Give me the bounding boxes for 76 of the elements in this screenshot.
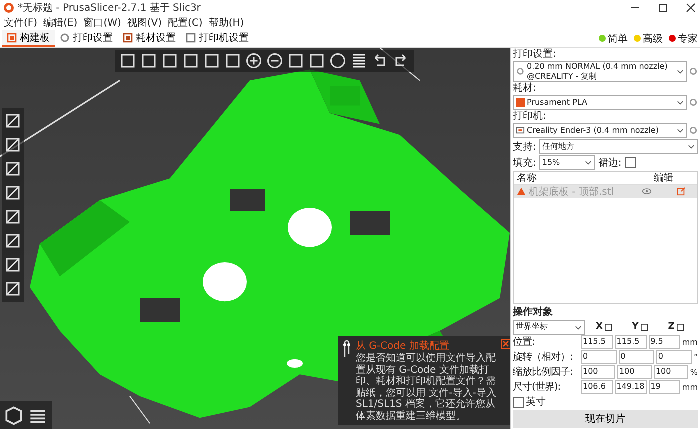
axis-label: X <box>596 322 603 332</box>
number-field[interactable]: 0 <box>618 350 654 364</box>
number-field[interactable]: 149.18 <box>614 380 647 394</box>
preset-dropdown[interactable]: Creality Ender-3 (0.4 mm nozzle) <box>513 123 687 138</box>
number-field[interactable]: 0 <box>581 350 617 364</box>
preset-dropdown[interactable]: Prusament PLA <box>513 95 687 110</box>
3d-viewport[interactable]: 从 G-Code 加载配置 您是否知道可以使用文件导入配置从现有 G-Code 文件加载打印、耗材和打印机配置文件？需贴纸，您可以用 文件-导入-导入 SL1/SL1S 档案，它还允许您从体素数据重建三维模型。 <box>0 48 510 429</box>
brim-checkbox[interactable] <box>624 157 636 168</box>
number-field[interactable]: 100 <box>581 365 616 379</box>
unit-label: mm <box>682 382 698 392</box>
number-field[interactable]: 19 <box>648 380 680 394</box>
layers-icon[interactable] <box>350 52 368 70</box>
column-header: 名称 <box>517 172 538 186</box>
minus-icon[interactable] <box>266 52 284 70</box>
unit-label: mm <box>682 338 698 346</box>
number-field[interactable]: 100 <box>617 365 652 379</box>
support-label: 支持: <box>513 140 536 154</box>
mode-label[interactable]: 简单 <box>608 32 628 46</box>
field-label: 旋转（相对）: <box>513 350 574 364</box>
preset-dropdown[interactable]: 0.20 mm NORMAL (0.4 mm nozzle) @CREALITY - 复制 <box>513 61 687 82</box>
menu-item[interactable]: 帮助(H) <box>208 16 244 30</box>
caret-icon <box>677 68 684 76</box>
number-field[interactable]: 9.5 <box>648 335 680 349</box>
inches-checkbox[interactable] <box>513 396 524 408</box>
edit-icon[interactable] <box>677 187 686 196</box>
brim-label: 裙边: <box>598 156 622 170</box>
axis-label: Y <box>632 322 639 332</box>
unit-label: ° <box>694 352 698 362</box>
field-label: 缩放比例因子: <box>513 366 574 379</box>
maximize-icon[interactable] <box>658 3 668 13</box>
notification-text: 您是否知道可以使用文件导入配置从现有 G-Code 文件加载打印、耗材和打印机配置文件？需贴纸，您可以用 文件-导入-导入 SL1/SL1S 档案，它还允许您从体素数据重建三维模型。 <box>356 353 498 422</box>
support-dropdown[interactable]: 任何地方 <box>539 139 698 154</box>
infill-label: 填充: <box>513 156 536 170</box>
unit-label: % <box>690 368 698 376</box>
object-name: 机架底板 - 顶部.stl <box>529 186 616 199</box>
number-field[interactable]: 106.6 <box>581 380 613 394</box>
caret-icon <box>677 127 684 134</box>
caret-icon <box>688 143 695 150</box>
section-title: 操作对象 <box>513 306 554 319</box>
printer-icon <box>516 126 525 136</box>
inches-label: 英寸 <box>526 396 546 409</box>
close-icon[interactable] <box>686 3 696 13</box>
app-logo-icon <box>4 3 14 13</box>
column-header: 编辑 <box>654 172 675 186</box>
window-title: *无标题 - PrusaSlicer-2.7.1 基于 Slic3r <box>18 2 201 15</box>
tab[interactable]: 构建板 <box>2 30 55 47</box>
number-field[interactable]: 115.5 <box>581 335 613 349</box>
field-label: 尺寸(世界): <box>513 380 562 394</box>
window-icon <box>7 32 17 42</box>
plus-icon[interactable] <box>245 52 263 70</box>
eye-icon[interactable] <box>642 188 652 196</box>
coordinates-dropdown[interactable]: 世界坐标 <box>513 320 585 334</box>
caret-icon <box>677 99 684 106</box>
preset-label: 打印设置: <box>513 49 558 60</box>
mode-label[interactable]: 高级 <box>643 32 663 46</box>
caret-icon <box>575 324 582 330</box>
preset-label: 耗材: <box>513 83 538 94</box>
number-field[interactable]: 0 <box>656 350 692 364</box>
slice-button[interactable]: 现在切片 <box>513 410 698 428</box>
caret-icon <box>585 159 592 166</box>
field-label: 位置: <box>513 336 536 349</box>
menu-item[interactable]: 文件(F) <box>4 16 38 30</box>
cube-view-icon[interactable] <box>3 404 25 426</box>
menu-item[interactable]: 编辑(E) <box>44 16 78 30</box>
number-field[interactable]: 115.5 <box>614 335 647 349</box>
infill-dropdown[interactable]: 15% <box>539 155 596 170</box>
menu-item[interactable]: 视图(V) <box>127 16 162 30</box>
window-icon <box>186 32 196 42</box>
preset-label: 打印机: <box>513 111 548 122</box>
window-icon <box>123 32 133 42</box>
axis-label: Z <box>668 322 675 332</box>
notification-title: 从 G-Code 加载配置 <box>356 340 450 352</box>
menu-item[interactable]: 配置(C) <box>168 16 203 30</box>
menu-item[interactable]: 窗口(W) <box>84 16 122 30</box>
mode-label[interactable]: 专家 <box>678 32 698 46</box>
number-field[interactable]: 100 <box>654 365 688 379</box>
